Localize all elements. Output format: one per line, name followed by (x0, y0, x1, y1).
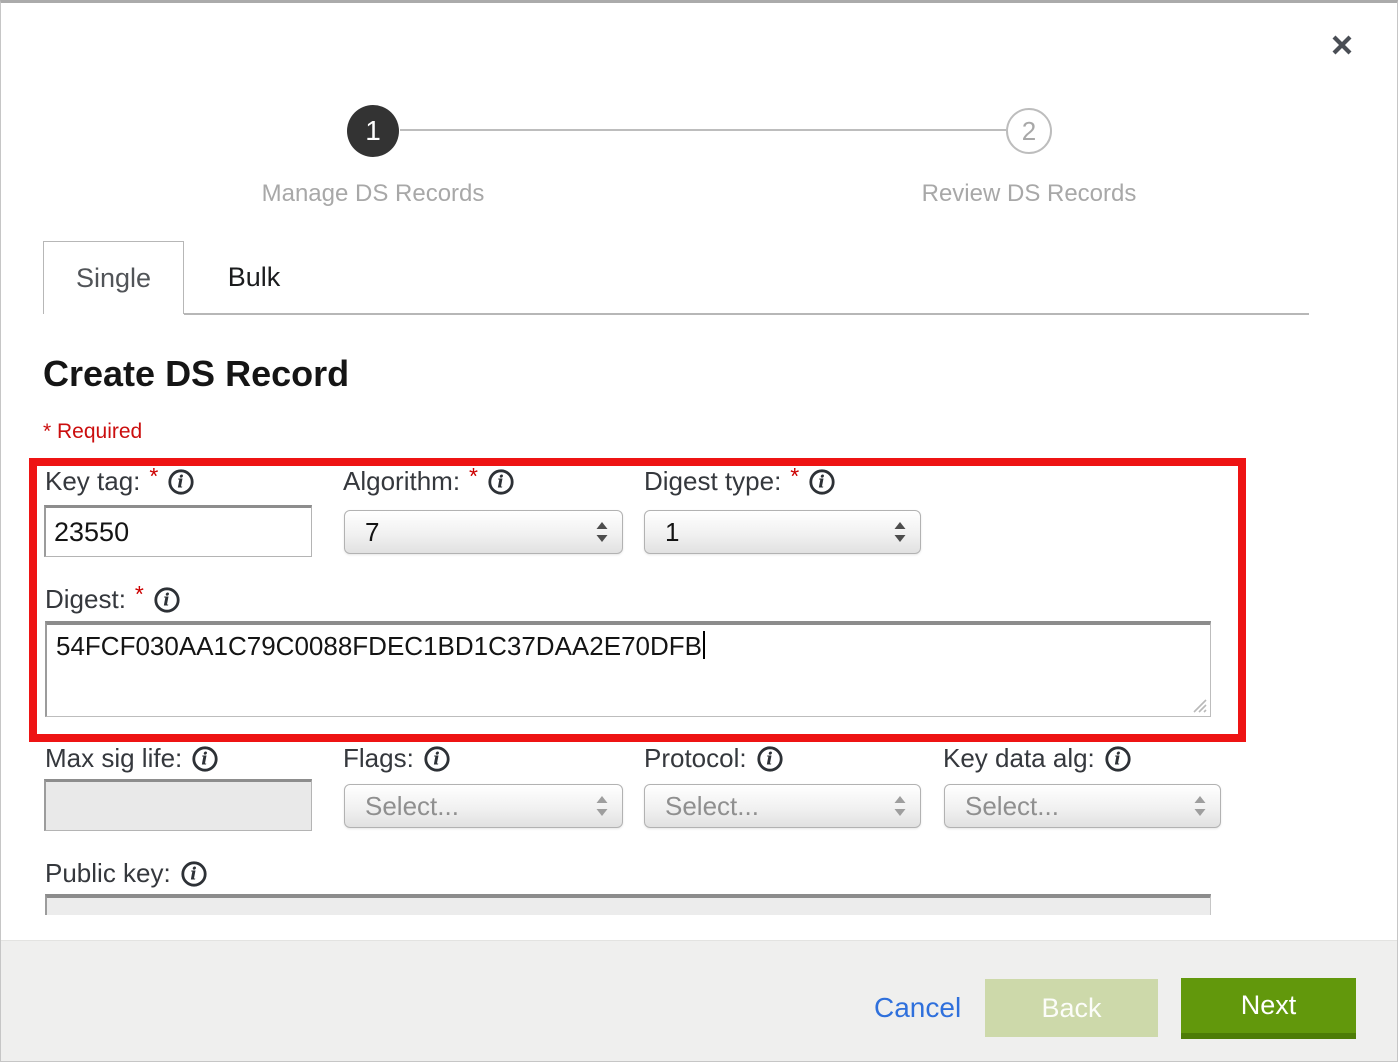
flags-select[interactable]: Select... (344, 784, 623, 828)
required-asterisk: * (135, 581, 144, 608)
key-data-alg-select[interactable]: Select... (944, 784, 1221, 828)
text-caret (703, 631, 705, 659)
key-tag-label: Key tag: * i (45, 466, 195, 496)
info-icon-glyph: i (819, 473, 825, 493)
info-icon[interactable]: i (487, 468, 515, 496)
flags-select-value: Select... (365, 791, 459, 822)
required-note: * Required (43, 420, 142, 444)
digest-type-label-text: Digest type: (644, 466, 781, 497)
tab-single[interactable]: Single (43, 241, 184, 314)
cancel-button[interactable]: Cancel (874, 992, 961, 1024)
next-button[interactable]: Next (1181, 978, 1356, 1039)
info-icon-glyph: i (202, 750, 208, 770)
max-sig-life-input[interactable] (44, 779, 312, 831)
key-tag-label-text: Key tag: (45, 466, 140, 497)
info-icon-glyph: i (766, 750, 772, 770)
info-icon-glyph: i (163, 591, 169, 611)
info-icon-glyph: i (178, 473, 184, 493)
info-icon[interactable]: i (191, 745, 219, 773)
stepper-connector (400, 129, 1006, 131)
algorithm-label-text: Algorithm: (343, 466, 460, 497)
protocol-select-value: Select... (665, 791, 759, 822)
info-icon-glyph: i (433, 750, 439, 770)
digest-type-label: Digest type: * i (644, 466, 836, 496)
digest-type-select-value: 1 (665, 517, 679, 548)
select-arrows-icon (892, 793, 908, 819)
step-1-label: Manage DS Records (213, 180, 533, 208)
info-icon[interactable]: i (167, 468, 195, 496)
select-arrows-icon (1192, 793, 1208, 819)
key-data-alg-select-value: Select... (965, 791, 1059, 822)
protocol-select[interactable]: Select... (644, 784, 921, 828)
step-2-indicator: 2 (1006, 108, 1052, 154)
info-icon-glyph: i (1114, 750, 1120, 770)
key-data-alg-label: Key data alg: i (943, 743, 1132, 773)
flags-label-text: Flags: (343, 743, 414, 774)
page-title: Create DS Record (43, 353, 349, 395)
protocol-label-text: Protocol: (644, 743, 747, 774)
resize-handle-icon[interactable] (1190, 696, 1208, 714)
protocol-label: Protocol: i (644, 743, 784, 773)
algorithm-label: Algorithm: * i (343, 466, 515, 496)
digest-type-select[interactable]: 1 (644, 510, 921, 554)
info-icon-glyph: i (497, 473, 503, 493)
info-icon-glyph: i (190, 865, 196, 885)
flags-label: Flags: i (343, 743, 451, 773)
info-icon[interactable]: i (808, 468, 836, 496)
select-arrows-icon (594, 793, 610, 819)
tab-single-label: Single (76, 263, 151, 294)
digest-label: Digest: * i (45, 584, 181, 614)
close-icon (1329, 32, 1355, 58)
info-icon[interactable]: i (1104, 745, 1132, 773)
digest-textarea[interactable]: 54FCF030AA1C79C0088FDEC1BD1C37DAA2E70DFB (45, 621, 1211, 717)
step-1-number: 1 (365, 115, 381, 147)
back-button[interactable]: Back (985, 979, 1158, 1037)
step-1-indicator: 1 (347, 105, 399, 157)
info-icon[interactable]: i (423, 745, 451, 773)
required-asterisk: * (469, 463, 478, 490)
required-asterisk: * (790, 463, 799, 490)
max-sig-life-label: Max sig life: i (45, 743, 219, 773)
algorithm-select-value: 7 (365, 517, 379, 548)
create-ds-record-modal: 1 2 Manage DS Records Review DS Records … (0, 0, 1398, 1062)
max-sig-life-label-text: Max sig life: (45, 743, 182, 774)
public-key-label-text: Public key: (45, 858, 171, 889)
algorithm-select[interactable]: 7 (344, 510, 623, 554)
digest-label-text: Digest: (45, 584, 126, 615)
select-arrows-icon (892, 519, 908, 545)
digest-value: 54FCF030AA1C79C0088FDEC1BD1C37DAA2E70DFB (56, 631, 702, 661)
info-icon[interactable]: i (180, 860, 208, 888)
step-2-label: Review DS Records (869, 180, 1189, 208)
required-asterisk: * (149, 463, 158, 490)
info-icon[interactable]: i (756, 745, 784, 773)
select-arrows-icon (594, 519, 610, 545)
key-data-alg-label-text: Key data alg: (943, 743, 1095, 774)
tab-divider (184, 313, 1309, 315)
key-tag-input[interactable] (44, 505, 312, 557)
public-key-textarea[interactable] (45, 894, 1211, 915)
public-key-label: Public key: i (45, 858, 208, 888)
tab-bulk-label: Bulk (228, 262, 281, 293)
info-icon[interactable]: i (153, 586, 181, 614)
tab-bulk[interactable]: Bulk (184, 243, 324, 312)
step-2-number: 2 (1022, 116, 1036, 147)
close-button[interactable] (1325, 29, 1359, 63)
